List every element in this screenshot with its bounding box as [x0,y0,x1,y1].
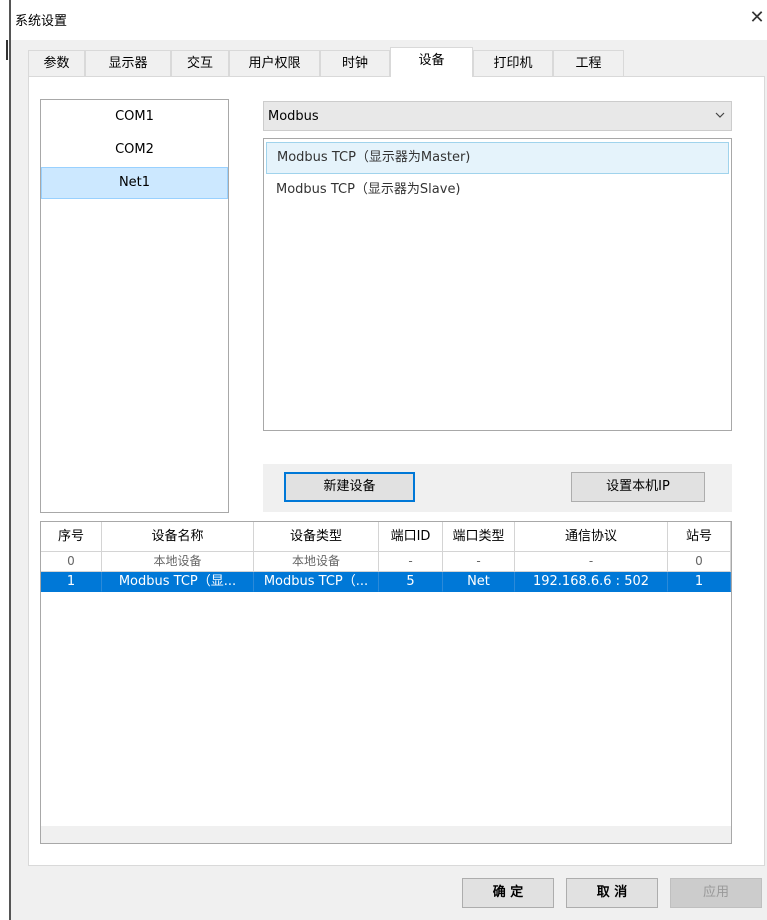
system-settings-dialog: 系统设置 ✕ 参数 显示器 交互 用户权限 时钟 设备 打印机 工程 COM1 … [11,0,767,920]
table-cell: 0 [41,552,102,572]
column-header-port-type[interactable]: 端口类型 [443,522,515,552]
column-header-index[interactable]: 序号 [41,522,102,552]
table-row-selected[interactable]: 1 Modbus TCP（显... Modbus TCP（... 5 Net 1… [41,572,731,592]
window-title: 系统设置 [15,14,68,29]
port-item-net1[interactable]: Net1 [41,167,228,199]
column-header-port-id[interactable]: 端口ID [379,522,443,552]
edge-marker [6,40,8,60]
cancel-button[interactable]: 取 消 [566,878,658,908]
tab-display[interactable]: 显示器 [85,50,171,76]
tab-device[interactable]: 设备 [390,47,473,77]
table-cell: 0 [668,552,731,572]
set-local-ip-button[interactable]: 设置本机IP [571,472,705,502]
column-header-device-type[interactable]: 设备类型 [254,522,379,552]
device-button-bar: 新建设备 设置本机IP [263,464,732,512]
horizontal-scrollbar[interactable] [41,826,731,843]
port-item-com1[interactable]: COM1 [41,102,228,134]
table-cell: 5 [379,572,443,592]
tab-printer[interactable]: 打印机 [473,50,553,76]
column-header-station[interactable]: 站号 [668,522,731,552]
table-cell: - [443,552,515,572]
driver-item-slave[interactable]: Modbus TCP（显示器为Slave) [266,175,729,207]
driver-list: Modbus TCP（显示器为Master) Modbus TCP（显示器为Sl… [263,138,732,431]
table-cell: Net [443,572,515,592]
device-table: 序号 设备名称 设备类型 端口ID 端口类型 通信协议 站号 0 本地设备 本地… [40,521,732,844]
port-item-com2[interactable]: COM2 [41,135,228,167]
table-cell: 本地设备 [102,552,254,572]
tab-project[interactable]: 工程 [553,50,624,76]
protocol-dropdown-value: Modbus [268,109,319,124]
tab-params[interactable]: 参数 [28,50,85,76]
close-icon[interactable]: ✕ [747,5,767,31]
table-cell: Modbus TCP（显... [102,572,254,592]
apply-button[interactable]: 应用 [670,878,762,908]
tab-clock[interactable]: 时钟 [320,50,390,76]
chevron-down-icon [715,112,725,118]
table-cell: 192.168.6.6 : 502 [515,572,668,592]
table-cell: 本地设备 [254,552,379,572]
table-cell: 1 [668,572,731,592]
table-row[interactable]: 0 本地设备 本地设备 - - - 0 [41,552,731,572]
new-device-button[interactable]: 新建设备 [284,472,415,502]
table-cell: Modbus TCP（... [254,572,379,592]
title-bar: 系统设置 ✕ [11,0,767,40]
table-header-row: 序号 设备名称 设备类型 端口ID 端口类型 通信协议 站号 [41,522,731,552]
tab-user-permissions[interactable]: 用户权限 [229,50,320,76]
ok-button[interactable]: 确 定 [462,878,554,908]
tab-interaction[interactable]: 交互 [171,50,229,76]
column-header-protocol[interactable]: 通信协议 [515,522,668,552]
column-header-device-name[interactable]: 设备名称 [102,522,254,552]
driver-item-master[interactable]: Modbus TCP（显示器为Master) [266,142,729,174]
device-table-body: 序号 设备名称 设备类型 端口ID 端口类型 通信协议 站号 0 本地设备 本地… [41,522,731,843]
table-cell: - [379,552,443,572]
port-list: COM1 COM2 Net1 [40,99,229,513]
table-cell: - [515,552,668,572]
table-cell: 1 [41,572,102,592]
protocol-dropdown[interactable]: Modbus [263,101,732,131]
